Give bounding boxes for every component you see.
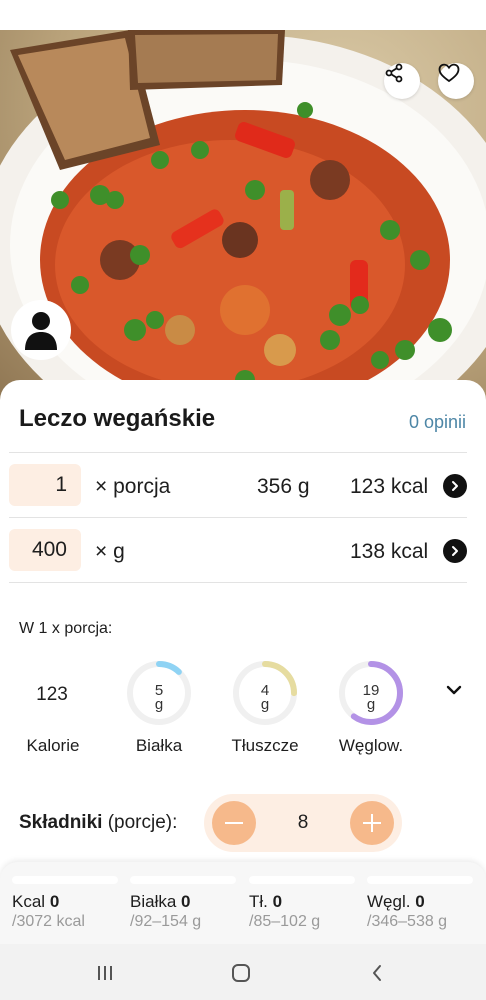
carbs-value: 19 g — [362, 682, 380, 713]
summary-carbs: Węgl. 0 — [367, 892, 425, 911]
recipe-title: Leczo wegańskie — [19, 405, 216, 432]
gram-add-button[interactable] — [443, 539, 467, 563]
divider — [9, 517, 467, 518]
summary-fat-range: /85–102 g — [249, 913, 321, 930]
home-icon — [232, 964, 250, 982]
summary-protein-range: /92–154 g — [130, 913, 202, 930]
back-button[interactable] — [362, 960, 392, 986]
divider — [9, 452, 467, 453]
arrow-right-icon — [452, 481, 458, 491]
kcal-progress-bar — [12, 876, 118, 884]
back-icon — [373, 965, 381, 981]
home-button[interactable] — [226, 960, 256, 986]
share-icon — [385, 63, 403, 83]
chevron-down-icon — [446, 685, 462, 695]
gram-quantity-input[interactable]: 400 — [9, 529, 81, 571]
recents-icon — [98, 966, 112, 980]
ingredients-label: Składniki (porcje): — [19, 812, 178, 833]
carbs-progress-bar — [367, 876, 473, 884]
recents-button[interactable] — [90, 960, 120, 986]
fat-value: 4 g — [260, 682, 270, 713]
fat-label: Tłuszcze — [231, 736, 299, 755]
expand-nutrition-button[interactable] — [444, 683, 464, 702]
fat-progress-bar — [249, 876, 355, 884]
portion-kcal: 123 kcal — [350, 475, 429, 498]
share-button[interactable] — [384, 63, 420, 99]
arrow-right-icon — [452, 546, 458, 556]
portion-add-button[interactable] — [443, 474, 467, 498]
plus-icon — [363, 814, 381, 832]
protein-value: 5 g — [154, 682, 164, 713]
summary-kcal: Kcal 0 — [12, 892, 60, 911]
favorite-button[interactable] — [438, 63, 474, 99]
heart-icon — [438, 63, 460, 83]
minus-icon — [225, 822, 243, 824]
calories-value: 123 — [36, 684, 68, 705]
recipe-photo — [0, 30, 486, 410]
servings-stepper: 8 — [204, 794, 402, 852]
increase-servings-button[interactable] — [350, 801, 394, 845]
protein-progress-bar — [130, 876, 236, 884]
portion-quantity-input[interactable]: 1 — [9, 464, 81, 506]
carbs-label: Węglow. — [338, 736, 404, 755]
summary-protein: Białka 0 — [130, 892, 191, 911]
calories-label: Kalorie — [26, 736, 80, 755]
user-icon — [25, 312, 57, 350]
summary-carbs-range: /346–538 g — [367, 913, 448, 930]
servings-value: 8 — [297, 812, 309, 833]
summary-fat: Tł. 0 — [249, 892, 283, 911]
gram-kcal: 138 kcal — [350, 540, 429, 563]
decrease-servings-button[interactable] — [212, 801, 256, 845]
reviews-link[interactable]: 0 opinii — [409, 412, 466, 433]
gram-unit[interactable]: × g — [95, 540, 125, 564]
author-avatar[interactable] — [11, 300, 71, 360]
summary-kcal-range: /3072 kcal — [12, 913, 85, 930]
daily-summary-panel[interactable]: Kcal 0 /3072 kcal Białka 0 /92–154 g Tł.… — [0, 862, 486, 944]
protein-label: Białka — [135, 736, 183, 755]
system-nav-bar — [0, 944, 486, 1000]
per-portion-label: W 1 x porcja: — [19, 620, 113, 637]
status-bar — [0, 0, 486, 30]
portion-weight: 356 g — [257, 475, 310, 498]
divider — [9, 582, 467, 583]
portion-unit[interactable]: × porcja — [95, 475, 170, 499]
